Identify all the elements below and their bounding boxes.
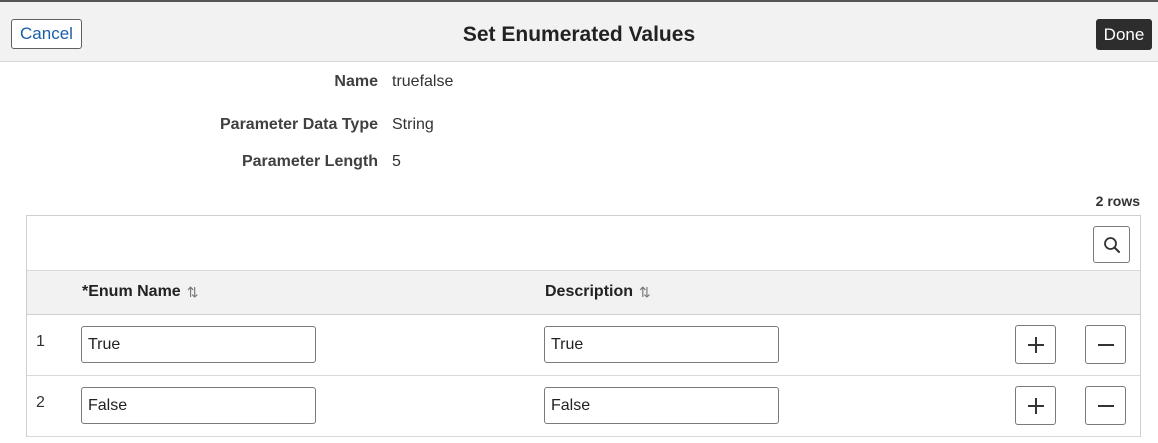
search-icon (1103, 236, 1120, 253)
field-value-data-type: String (392, 116, 434, 133)
field-label-name: Name (334, 73, 378, 90)
column-header-label: *Enum Name (82, 283, 181, 300)
delete-row-button[interactable] (1085, 386, 1126, 425)
sort-icon: ⇅ (639, 283, 651, 300)
page-header: Cancel Set Enumerated Values Done (0, 0, 1158, 62)
field-value-name: truefalse (392, 73, 454, 90)
grid-header: *Enum Name ⇅ Description ⇅ (27, 271, 1140, 315)
add-row-button[interactable] (1015, 325, 1056, 364)
column-header-enum-name[interactable]: *Enum Name ⇅ (82, 283, 198, 301)
plus-icon (1027, 336, 1044, 353)
table-row: 2 (27, 376, 1140, 437)
row-number: 2 (36, 394, 45, 411)
field-label-data-type: Parameter Data Type (220, 116, 378, 133)
enum-name-input[interactable] (81, 387, 316, 424)
enum-values-grid: *Enum Name ⇅ Description ⇅ 1 2 (26, 215, 1141, 437)
column-header-description[interactable]: Description ⇅ (545, 283, 651, 301)
row-number: 1 (36, 333, 45, 350)
delete-row-button[interactable] (1085, 325, 1126, 364)
field-label-length: Parameter Length (241, 153, 378, 170)
column-header-label: Description (545, 283, 634, 300)
page-title: Set Enumerated Values (462, 23, 696, 46)
row-count: 2 rows (1095, 193, 1140, 209)
minus-icon (1097, 343, 1114, 346)
plus-icon (1027, 397, 1044, 414)
sort-icon: ⇅ (186, 283, 199, 300)
search-button[interactable] (1093, 226, 1130, 263)
add-row-button[interactable] (1015, 386, 1056, 425)
done-button[interactable]: Done (1096, 19, 1152, 50)
description-input[interactable] (544, 326, 779, 363)
enum-name-input[interactable] (81, 326, 316, 363)
minus-icon (1097, 404, 1114, 407)
table-row: 1 (27, 315, 1140, 376)
field-value-length: 5 (392, 153, 401, 170)
grid-toolbar (27, 216, 1140, 271)
description-input[interactable] (544, 387, 779, 424)
